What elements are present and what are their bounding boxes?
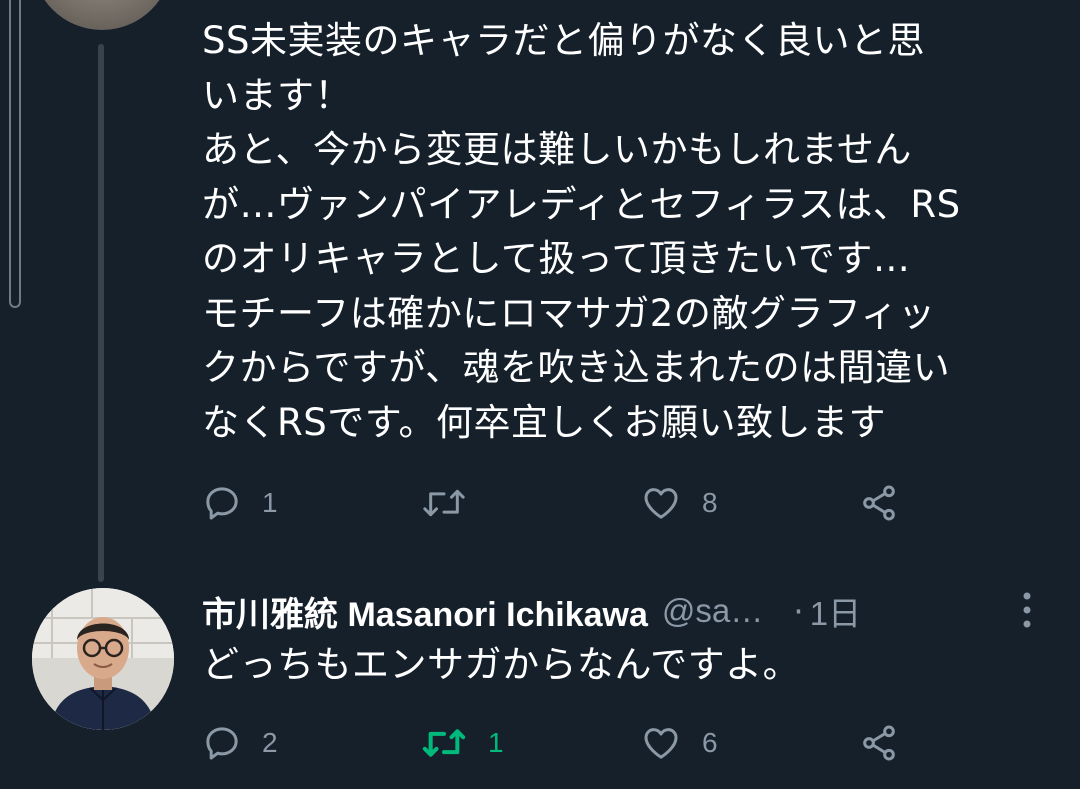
tweet-text: SS未実装のキャラだと偏りがなく良いと思 います！ あと、今から変更は難しいかも… (202, 19, 961, 444)
retweet-icon (423, 489, 465, 517)
like-count: 6 (702, 727, 718, 758)
more-vertical-icon (1023, 592, 1031, 628)
retweet-icon (422, 729, 466, 757)
heart-icon (644, 728, 678, 759)
display-name-en: Masanori Ichikawa (338, 595, 648, 634)
retweet-count: 1 (488, 727, 504, 758)
tweet-actions: 2 1 6 (202, 718, 922, 768)
avatar-previous-user[interactable] (32, 0, 172, 30)
tweet-actions: 1 8 (202, 478, 922, 528)
timestamp[interactable]: 1日 (810, 587, 861, 635)
reply-count: 2 (262, 727, 278, 758)
like-button[interactable]: 8 (640, 478, 718, 528)
share-button[interactable] (858, 718, 900, 768)
user-handle[interactable]: @sa… (662, 592, 763, 630)
display-name-jp: 市川雅統 (202, 594, 338, 635)
like-button[interactable]: 6 (640, 718, 718, 768)
reply-count: 1 (262, 487, 278, 518)
reply-button[interactable]: 1 (202, 478, 278, 528)
reply-button[interactable]: 2 (202, 718, 278, 768)
share-icon (863, 725, 895, 761)
scrollbar[interactable] (9, 0, 21, 308)
separator-dot: · (793, 591, 804, 631)
retweet-button[interactable]: 1 (420, 718, 504, 768)
display-name[interactable]: 市川雅統 Masanori Ichikawa (202, 587, 648, 636)
avatar-photo (32, 588, 174, 730)
share-icon (863, 485, 895, 521)
tweet-text: どっちもエンサガからなんですよ。 (202, 643, 801, 686)
more-options-button[interactable] (1012, 590, 1042, 630)
tweet-header: 市川雅統 Masanori Ichikawa @sa… · 1日 (202, 586, 861, 636)
reply-icon (206, 727, 238, 760)
retweet-button[interactable] (420, 478, 488, 528)
heart-icon (644, 488, 678, 519)
reply-icon (206, 487, 238, 520)
thread-connector-line (98, 44, 104, 582)
share-button[interactable] (858, 478, 900, 528)
avatar[interactable] (32, 588, 174, 730)
like-count: 8 (702, 487, 718, 518)
